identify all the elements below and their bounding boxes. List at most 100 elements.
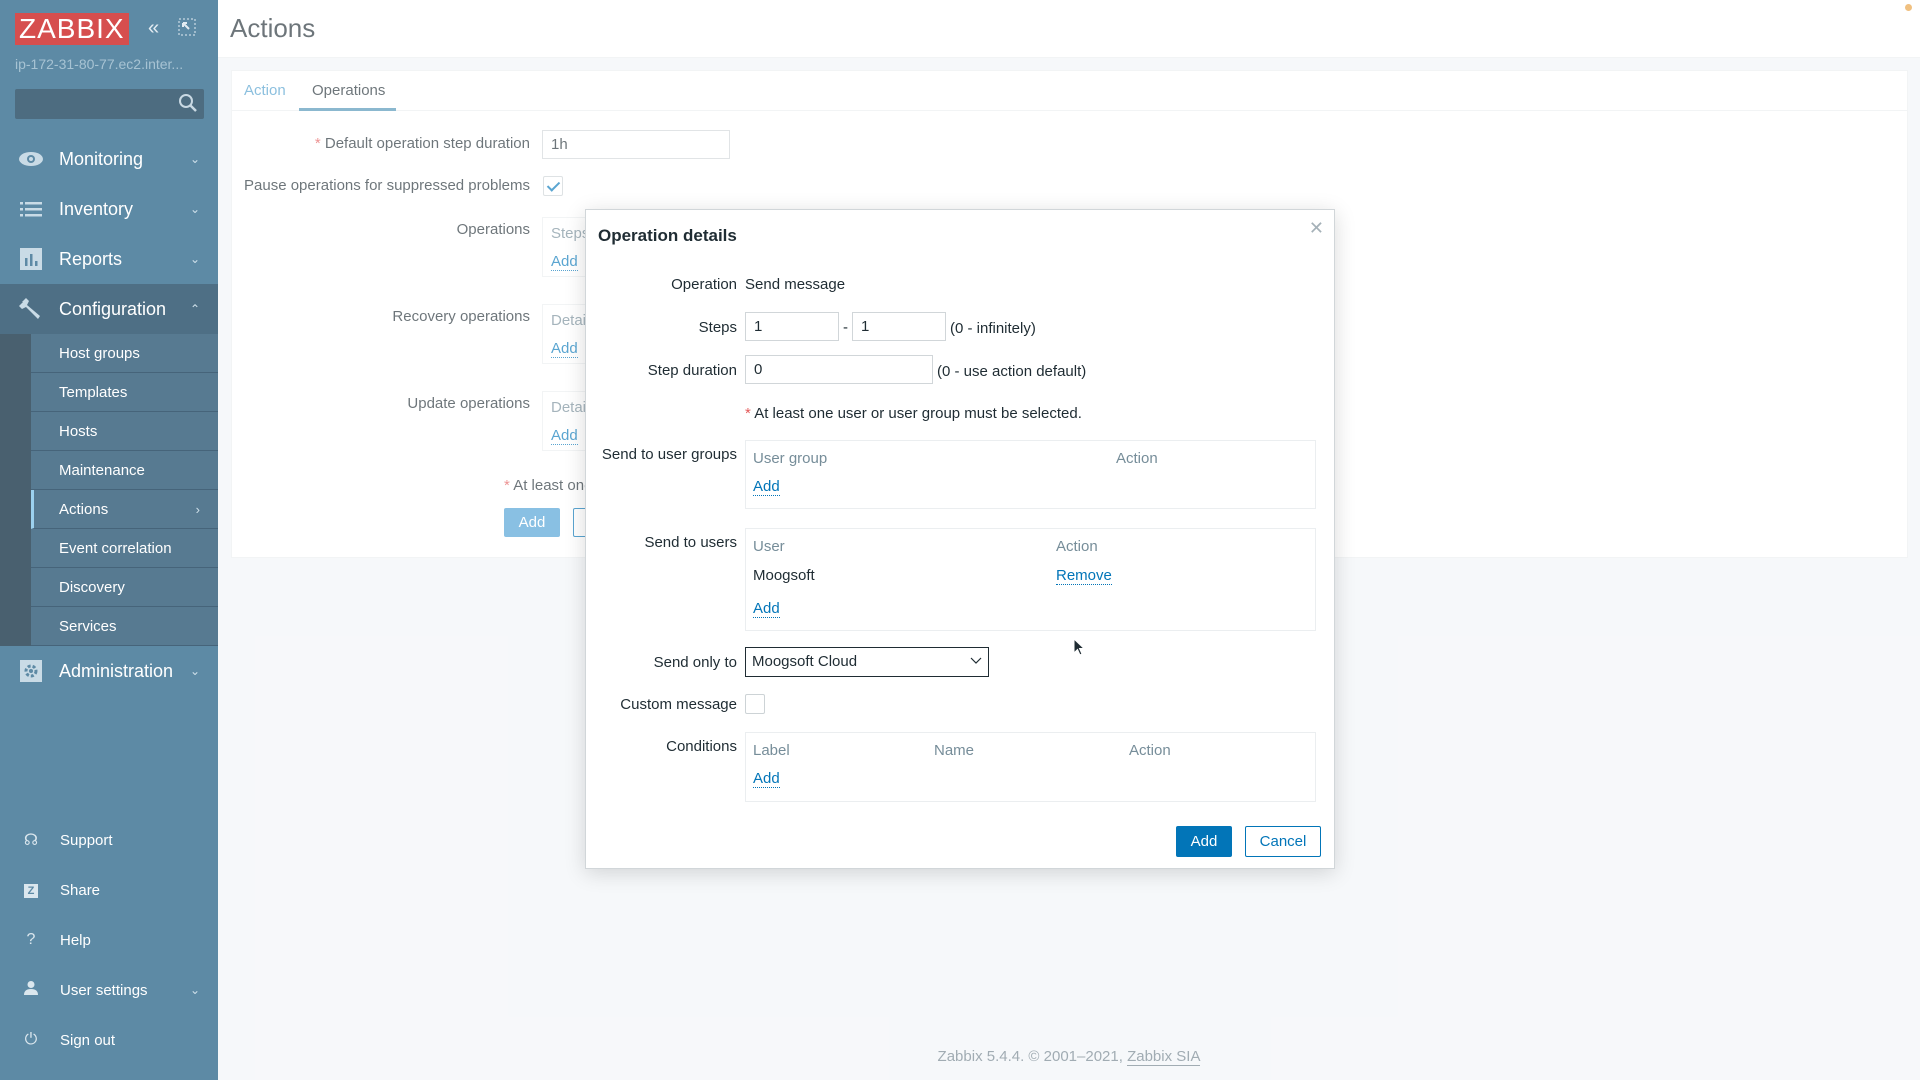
steps-from-input[interactable] xyxy=(745,312,839,341)
add-operation-link[interactable]: Add xyxy=(551,253,578,271)
search-icon[interactable] xyxy=(178,93,198,113)
menu-label: Administration xyxy=(59,660,174,681)
steps-separator: - xyxy=(843,319,848,336)
submenu-host-groups[interactable]: Host groups xyxy=(31,334,218,373)
main-menu: Monitoring ⌄ Inventory ⌄ Reports ⌄ Confi… xyxy=(0,134,218,696)
submenu-templates[interactable]: Templates xyxy=(31,373,218,412)
menu-label: Support xyxy=(60,831,113,849)
tab-bar: Action Operations xyxy=(232,71,1907,111)
collapse-sidebar-icon[interactable]: « xyxy=(148,18,159,38)
operation-value: Send message xyxy=(745,276,846,293)
chevron-down-icon xyxy=(970,657,982,664)
sidebar: ZABBIX « ip-172-31-80-77.ec2.inter... Mo… xyxy=(0,0,218,1080)
column-header: Action xyxy=(1116,450,1158,467)
column-header: Action xyxy=(1056,538,1098,555)
recipient-required-note: * At least one user or user group must b… xyxy=(745,405,1082,422)
default-step-duration-input[interactable] xyxy=(542,130,730,159)
send-only-to-select[interactable]: Moogsoft Cloud xyxy=(745,647,989,677)
menu-label: Reports xyxy=(59,248,123,269)
submenu-discovery[interactable]: Discovery xyxy=(31,568,218,607)
sidebar-search-input[interactable] xyxy=(15,89,204,119)
custom-message-label: Custom message xyxy=(620,696,737,713)
page-footer: Zabbix 5.4.4. © 2001–2021, Zabbix SIA xyxy=(218,1048,1920,1066)
menu-label: User settings xyxy=(60,981,148,999)
column-header: User xyxy=(753,538,785,555)
menu-inventory[interactable]: Inventory ⌄ xyxy=(0,184,218,234)
chevron-down-icon: ⌄ xyxy=(189,664,200,678)
menu-user-settings[interactable]: User settings ⌄ xyxy=(0,965,218,1015)
chevron-down-icon: ⌄ xyxy=(189,252,200,266)
submenu-event-correlation[interactable]: Event correlation xyxy=(31,529,218,568)
column-header: User group xyxy=(753,450,828,467)
steps-to-input[interactable] xyxy=(852,312,946,341)
step-duration-label: Step duration xyxy=(647,362,737,379)
menu-help[interactable]: ? Help xyxy=(0,915,218,965)
conditions-table: Label Name Action Add xyxy=(745,732,1316,802)
notification-indicator[interactable] xyxy=(1905,4,1912,11)
send-to-users-label: Send to users xyxy=(644,534,737,551)
remove-user-link[interactable]: Remove xyxy=(1056,567,1112,585)
menu-monitoring[interactable]: Monitoring ⌄ xyxy=(0,134,218,184)
tab-operations[interactable]: Operations xyxy=(312,82,385,99)
page-header: Actions xyxy=(218,0,1920,58)
active-tab-indicator xyxy=(299,108,396,111)
wrench-icon xyxy=(17,298,45,320)
chevron-up-icon: ⌃ xyxy=(189,302,200,316)
tab-action[interactable]: Action xyxy=(244,82,286,99)
steps-hint: (0 - infinitely) xyxy=(950,320,1036,337)
menu-configuration[interactable]: Configuration ⌃ xyxy=(0,284,218,334)
send-only-to-label: Send only to xyxy=(653,654,737,671)
operation-label: Operation xyxy=(671,276,737,293)
bottom-menu: ☊ Support Z Share ? Help User settings ⌄… xyxy=(0,815,218,1065)
step-duration-input[interactable] xyxy=(745,355,933,384)
zabbix-logo[interactable]: ZABBIX xyxy=(15,13,129,45)
required-asterisk: * xyxy=(314,135,325,152)
page-title: Actions xyxy=(230,13,316,43)
bar-chart-icon xyxy=(17,248,45,270)
add-condition-link[interactable]: Add xyxy=(753,770,780,788)
add-update-operation-link[interactable]: Add xyxy=(551,427,578,445)
submenu-maintenance[interactable]: Maintenance xyxy=(31,451,218,490)
pause-operations-label: Pause operations for suppressed problems xyxy=(244,177,530,194)
add-user-group-link[interactable]: Add xyxy=(753,478,780,496)
menu-reports[interactable]: Reports ⌄ xyxy=(0,234,218,284)
default-step-duration-label: * Default operation step duration xyxy=(314,135,530,152)
menu-support[interactable]: ☊ Support xyxy=(0,815,218,865)
add-user-link[interactable]: Add xyxy=(753,600,780,618)
menu-share[interactable]: Z Share xyxy=(0,865,218,915)
selected-media-type: Moogsoft Cloud xyxy=(752,653,858,670)
operation-details-dialog: Operation details ✕ Operation Send messa… xyxy=(585,209,1335,869)
user-icon xyxy=(20,980,42,1001)
logo-row: ZABBIX xyxy=(15,12,129,46)
help-icon: ? xyxy=(26,931,36,948)
submenu-label: Actions xyxy=(59,500,109,518)
submenu-actions[interactable]: Actions › xyxy=(31,490,218,529)
menu-label: Inventory xyxy=(59,198,134,219)
copyright-text: Zabbix 5.4.4. © 2001–2021, xyxy=(937,1048,1128,1065)
dialog-cancel-button[interactable]: Cancel xyxy=(1245,826,1321,857)
send-to-user-groups-label: Send to user groups xyxy=(601,446,737,463)
submenu-services[interactable]: Services xyxy=(31,607,218,646)
menu-sign-out[interactable]: ⏻ Sign out xyxy=(0,1015,218,1065)
eye-icon xyxy=(17,148,45,170)
kiosk-mode-icon[interactable] xyxy=(178,18,196,40)
custom-message-checkbox[interactable] xyxy=(745,694,765,714)
server-hostname: ip-172-31-80-77.ec2.inter... xyxy=(15,56,184,72)
list-icon xyxy=(17,198,45,220)
chevron-down-icon: ⌄ xyxy=(189,152,200,166)
dialog-add-button[interactable]: Add xyxy=(1176,826,1232,857)
menu-label: Share xyxy=(60,881,101,899)
update-operations-label: Update operations xyxy=(407,395,530,412)
zabbix-sia-link[interactable]: Zabbix SIA xyxy=(1127,1048,1201,1066)
menu-label: Help xyxy=(60,931,91,949)
mouse-cursor-icon xyxy=(1073,638,1085,656)
conditions-label: Conditions xyxy=(666,738,737,755)
close-icon[interactable]: ✕ xyxy=(1309,218,1324,239)
submenu-hosts[interactable]: Hosts xyxy=(31,412,218,451)
column-header: Label xyxy=(753,742,790,759)
menu-administration[interactable]: Administration ⌄ xyxy=(0,646,218,696)
add-action-button[interactable]: Add xyxy=(504,508,560,537)
pause-operations-checkbox[interactable] xyxy=(543,176,563,196)
add-recovery-operation-link[interactable]: Add xyxy=(551,340,578,358)
operations-label: Operations xyxy=(456,221,530,238)
